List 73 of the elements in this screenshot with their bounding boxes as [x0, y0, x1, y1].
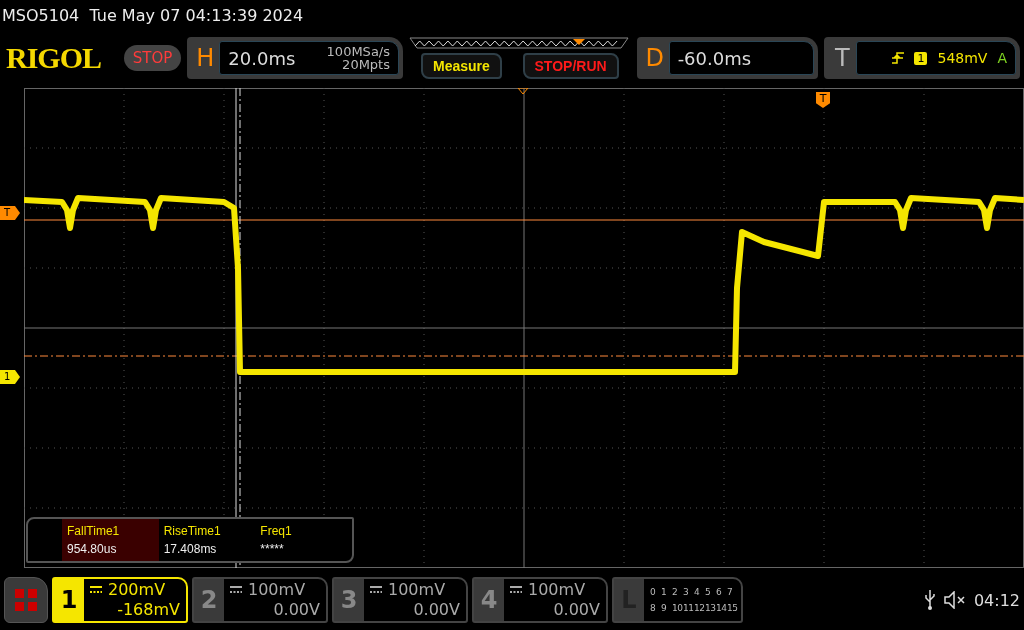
channel-panel[interactable]: 1 200mV -168mV — [52, 577, 188, 623]
channel-panel[interactable]: 3 100mV 0.00V — [332, 577, 468, 623]
logic-channel-number: 14 — [716, 603, 727, 613]
channel-offset: 0.00V — [273, 600, 320, 620]
trigger-position-marker: T — [816, 92, 830, 108]
logic-channel-number: 3 — [683, 587, 690, 597]
delay-panel[interactable]: D -60.0ms — [636, 37, 819, 79]
measure-button[interactable]: Measure — [421, 53, 502, 79]
logic-channel-number: 9 — [661, 603, 668, 613]
trigger-panel[interactable]: T 1 548mV A — [824, 37, 1020, 79]
clock: 04:12 — [973, 590, 1020, 610]
trigger-label: T — [834, 44, 851, 72]
logic-channel-number: 12 — [694, 603, 705, 613]
muted-speaker-icon — [943, 591, 966, 609]
measurement-value: ***** — [260, 542, 285, 556]
rising-edge-icon — [892, 52, 905, 64]
measurement-name: Freq1 — [260, 524, 293, 538]
trigger-level: 548mV — [937, 50, 988, 66]
channel-number: 3 — [334, 579, 364, 621]
channel-offset: 0.00V — [413, 600, 460, 620]
measurement-name: RiseTime1 — [163, 524, 222, 538]
usb-icon — [923, 590, 936, 610]
channel-number: 2 — [194, 579, 224, 621]
logic-channel-number: 8 — [650, 603, 657, 613]
horizontal-panel[interactable]: H 20.0ms 100MSa/s 20Mpts — [187, 37, 403, 79]
trigger-level-marker: T — [0, 206, 20, 220]
measurement-value: 954.80us — [67, 542, 118, 556]
measurement-item[interactable]: RiseTime1 17.408ms — [158, 519, 256, 561]
dc-coupling-icon — [370, 586, 382, 594]
memory-depth: 20Mpts — [342, 58, 390, 71]
channel-scale: 100mV — [248, 580, 306, 600]
dc-coupling-icon — [510, 586, 522, 594]
logic-channel-number: 13 — [705, 603, 716, 613]
stop-run-button[interactable]: STOP/RUN — [522, 53, 619, 79]
timebase-value: 20.0ms — [228, 47, 296, 69]
logic-channel-number: 11 — [683, 603, 694, 613]
trigger-position-icon — [517, 88, 529, 95]
brand-logo: RIGOL — [6, 41, 103, 75]
measurement-item[interactable]: Freq1 ***** — [255, 519, 352, 561]
measurement-item[interactable]: FallTime1 954.80us — [62, 519, 159, 561]
channel-offset: 0.00V — [553, 600, 600, 620]
logic-channel-number: 15 — [727, 603, 738, 613]
trigger-mode: A — [997, 50, 1007, 66]
sample-rate: 100MSa/s — [326, 45, 390, 58]
logic-channel-number: 4 — [694, 587, 701, 597]
measurement-name: FallTime1 — [67, 524, 121, 538]
run-state-indicator: STOP — [123, 45, 182, 71]
dc-coupling-icon — [230, 586, 242, 594]
logic-channel-number: 10 — [672, 603, 683, 613]
channel-scale: 200mV — [108, 580, 166, 600]
channel-scale: 100mV — [388, 580, 446, 600]
status-line: MSO5104 Tue May 07 04:13:39 2024 — [1, 4, 305, 27]
channel-number: 4 — [474, 579, 504, 621]
logic-channel-number: 1 — [661, 587, 668, 597]
delay-label: D — [644, 44, 665, 72]
trigger-source: 1 — [914, 51, 928, 65]
measurement-value: 17.408ms — [163, 542, 218, 556]
logic-channel-number: 6 — [716, 587, 723, 597]
logic-channel-number: 7 — [727, 587, 734, 597]
channel-offset: -168mV — [117, 600, 180, 620]
channel-panel[interactable]: 4 100mV 0.00V — [472, 577, 608, 623]
grid-icon — [15, 589, 37, 611]
channel-marker: 1 — [0, 370, 20, 384]
horizontal-label: H — [195, 44, 216, 72]
channel-scale: 100mV — [528, 580, 586, 600]
logic-channel-number: 0 — [650, 587, 657, 597]
menu-button[interactable] — [4, 577, 48, 623]
logic-channel-number: 5 — [705, 587, 712, 597]
channel-number: 1 — [54, 579, 84, 621]
logic-channel-number: 2 — [672, 587, 679, 597]
dc-coupling-icon — [90, 586, 102, 594]
delay-value: -60.0ms — [677, 47, 752, 69]
channel-panel[interactable]: 2 100mV 0.00V — [192, 577, 328, 623]
